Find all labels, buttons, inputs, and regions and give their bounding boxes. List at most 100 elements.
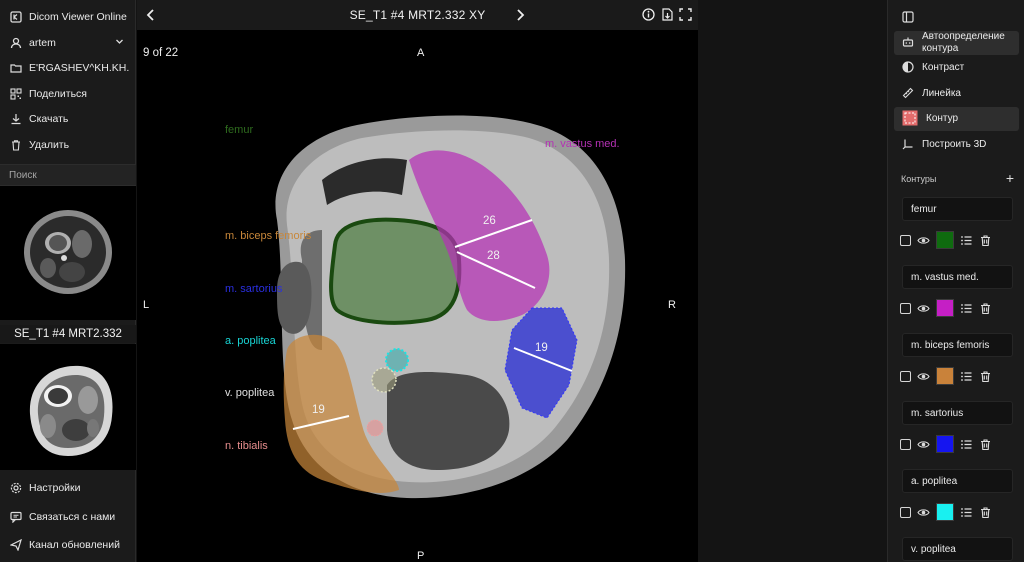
eye-icon[interactable]: [917, 234, 930, 247]
tool-build-3d[interactable]: Построить 3D: [894, 133, 1019, 157]
label-tibialis: n. tibialis: [225, 440, 268, 452]
list-icon[interactable]: [960, 234, 973, 247]
tool-contour[interactable]: Контур: [894, 107, 1019, 131]
tool-contrast-label: Контраст: [922, 62, 965, 73]
contour-name-field[interactable]: v. poplitea: [902, 537, 1013, 561]
list-icon[interactable]: [960, 370, 973, 383]
contour-checkbox[interactable]: [900, 370, 911, 382]
send-icon: [10, 538, 22, 551]
eye-icon[interactable]: [917, 438, 930, 451]
eye-icon[interactable]: [917, 302, 930, 315]
eye-icon[interactable]: [917, 506, 930, 519]
list-icon[interactable]: [960, 302, 973, 315]
contour-checkbox[interactable]: [900, 234, 911, 246]
tool-ruler[interactable]: Линейка: [894, 82, 1019, 106]
trash-icon[interactable]: [979, 438, 992, 451]
axes-3d-icon: [902, 138, 914, 153]
download-icon: [10, 113, 22, 125]
contour-checkbox[interactable]: [900, 506, 911, 518]
list-icon[interactable]: [960, 506, 973, 519]
delete-button[interactable]: Удалить: [0, 132, 136, 157]
measure-value-3: 19: [535, 342, 548, 354]
export-icon[interactable]: [661, 8, 674, 21]
contour-color-swatch[interactable]: [936, 435, 954, 453]
gastrocnemius: [387, 372, 510, 470]
poplitea-artery-contour[interactable]: [385, 348, 409, 372]
tibialis-nerve-contour[interactable]: [366, 419, 384, 437]
previous-series-button[interactable]: [143, 6, 159, 24]
contour-row: [900, 366, 1010, 386]
orientation-right: R: [668, 299, 676, 311]
slice-counter: 9 of 22: [143, 47, 179, 59]
contour-name-field[interactable]: m. biceps femoris: [902, 333, 1013, 357]
chevron-down-icon: [115, 37, 124, 49]
contrast-icon: [902, 60, 914, 76]
download-label: Скачать: [29, 112, 69, 125]
label-vastus: m. vastus med.: [545, 138, 620, 150]
contour-color-swatch[interactable]: [936, 503, 954, 521]
viewer-title: SE_T1 #4 MRT2.332 XY: [349, 8, 486, 22]
series-thumbnail-2[interactable]: [0, 344, 136, 470]
trash-icon[interactable]: [979, 302, 992, 315]
thumbnail-scan-1: [0, 186, 136, 320]
search-placeholder: Поиск: [9, 169, 37, 181]
chevron-left-icon: [146, 9, 154, 21]
tool-contrast[interactable]: Контраст: [894, 56, 1019, 80]
tool-contour-label: Контур: [926, 113, 959, 124]
contour-row: [900, 502, 1010, 522]
mri-slice-image[interactable]: [137, 30, 698, 562]
contour-name: v. poplitea: [911, 543, 956, 555]
contour-name-field[interactable]: m. sartorius: [902, 401, 1013, 425]
search-input[interactable]: Поиск: [0, 164, 136, 186]
viewer-topbar: SE_T1 #4 MRT2.332 XY: [137, 0, 698, 30]
contour-name-field[interactable]: femur: [902, 197, 1013, 221]
contour-checkbox[interactable]: [900, 302, 911, 314]
contour-name: a. poplitea: [911, 475, 958, 487]
femur-contour[interactable]: [329, 217, 462, 325]
poplitea-vein-contour[interactable]: [371, 367, 397, 393]
trash-icon[interactable]: [979, 234, 992, 247]
orientation-bottom: P: [417, 550, 425, 562]
contour-name-field[interactable]: m. vastus med.: [902, 265, 1013, 289]
add-contour-button[interactable]: +: [1006, 170, 1014, 186]
trash-icon[interactable]: [979, 370, 992, 383]
contact-label: Связаться с нами: [29, 510, 116, 523]
contour-name-field[interactable]: a. poplitea: [902, 469, 1013, 493]
sidebar-toggle-icon[interactable]: [902, 11, 914, 23]
download-button[interactable]: Скачать: [0, 106, 136, 131]
label-femur: femur: [225, 124, 254, 136]
next-series-button[interactable]: [512, 6, 528, 24]
left-sidebar: Dicom Viewer Online artem E'RGASHEV^KH.K…: [0, 0, 136, 562]
contour-row: [900, 434, 1010, 454]
user-menu[interactable]: artem: [0, 30, 136, 55]
contour-color-swatch[interactable]: [936, 299, 954, 317]
updates-button[interactable]: Канал обновлений: [0, 532, 136, 557]
settings-button[interactable]: Настройки: [0, 475, 136, 500]
tool-auto-contour[interactable]: Автоопределение контура: [894, 31, 1019, 55]
fullscreen-icon[interactable]: [679, 8, 692, 21]
series-thumbnail-1[interactable]: [0, 186, 136, 320]
info-icon[interactable]: [642, 8, 655, 21]
contour-name: m. vastus med.: [911, 271, 979, 283]
tool-ruler-label: Линейка: [922, 88, 961, 99]
list-icon[interactable]: [960, 438, 973, 451]
robot-icon: [902, 36, 914, 51]
share-label: Поделиться: [29, 87, 87, 100]
contour-checkbox[interactable]: [900, 438, 911, 450]
series-label[interactable]: SE_T1 #4 MRT2.332: [0, 325, 136, 343]
orientation-left: L: [143, 299, 150, 311]
ruler-icon: [902, 87, 914, 102]
dicom-viewer[interactable]: SE_T1 #4 MRT2.332 XY 9 of 22 A P L R fem…: [137, 0, 698, 562]
measure-value-2: 28: [487, 250, 500, 262]
trash-icon[interactable]: [979, 506, 992, 519]
share-button[interactable]: Поделиться: [0, 81, 136, 106]
eye-icon[interactable]: [917, 370, 930, 383]
measure-value-1: 26: [483, 215, 496, 227]
tool-auto-contour-label: Автоопределение контура: [922, 31, 1005, 54]
contact-button[interactable]: Связаться с нами: [0, 504, 136, 529]
contour-color-swatch[interactable]: [936, 231, 954, 249]
contour-color-swatch[interactable]: [936, 367, 954, 385]
patient-folder[interactable]: E'RGASHEV^KH.KH.: [0, 55, 136, 80]
app-title[interactable]: Dicom Viewer Online: [0, 4, 136, 29]
measure-value-4: 19: [312, 404, 325, 416]
